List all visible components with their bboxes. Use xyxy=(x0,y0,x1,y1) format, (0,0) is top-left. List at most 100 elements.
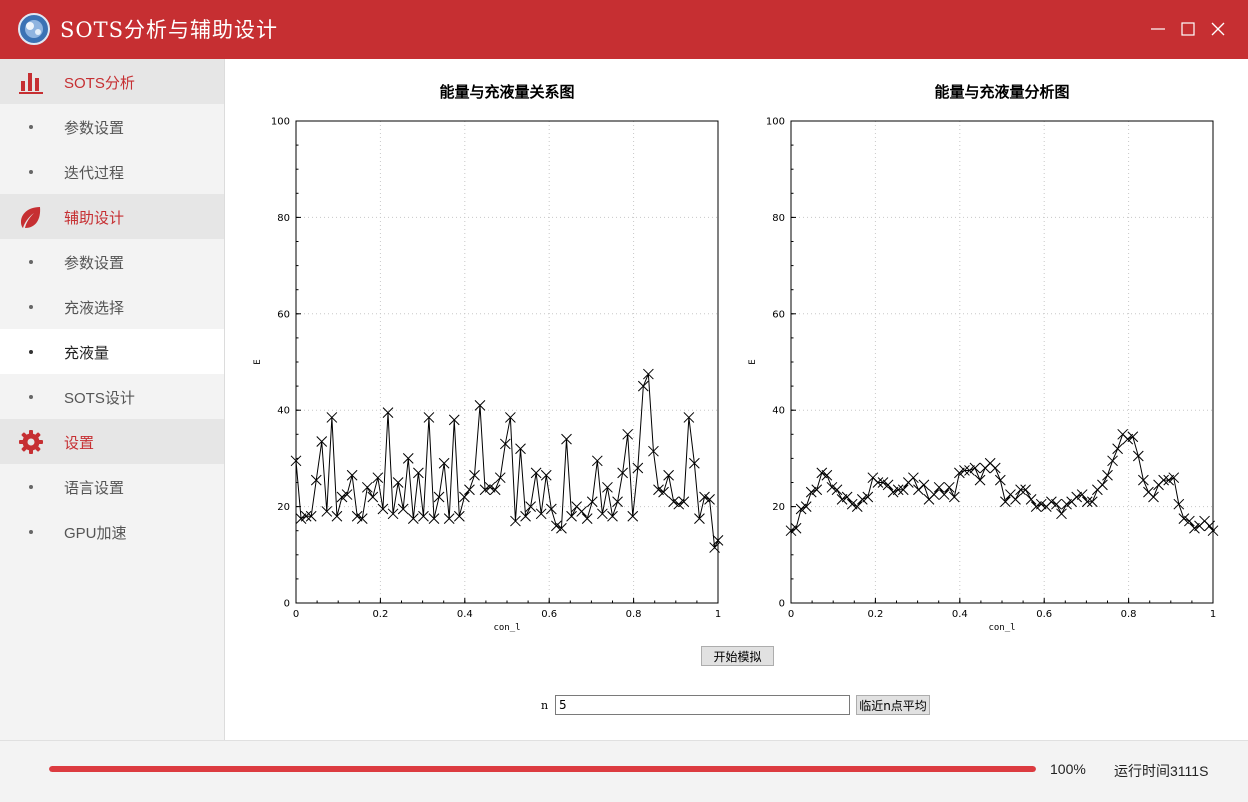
data-point-marker xyxy=(356,513,368,525)
bullet-icon xyxy=(29,170,33,174)
sidebar-item-fill-amount[interactable]: 充液量 xyxy=(0,329,224,374)
sidebar-item-label: 充液量 xyxy=(64,345,110,362)
data-point-marker xyxy=(831,484,843,496)
bullet-icon xyxy=(29,125,33,129)
sidebar-item-label: 参数设置 xyxy=(64,255,125,272)
x-tick-label: 1 xyxy=(1210,609,1216,620)
data-point-marker xyxy=(607,510,618,522)
minimize-icon[interactable] xyxy=(1145,16,1171,42)
progress-percent: 100% xyxy=(1050,761,1086,777)
sidebar-group-label: SOTS分析 xyxy=(64,75,135,92)
y-tick-label: 0 xyxy=(284,599,290,610)
y-tick-label: 80 xyxy=(772,213,785,224)
neighbor-average-button[interactable]: 临近n点平均 xyxy=(856,695,930,715)
x-tick-label: 0 xyxy=(788,609,794,620)
x-tick-label: 0.2 xyxy=(867,609,883,620)
data-point-marker xyxy=(882,479,894,491)
data-point-marker xyxy=(989,462,1001,474)
sidebar-item-gpu-acceleration[interactable]: GPU加速 xyxy=(0,509,224,554)
sidebar-item-parameter-settings[interactable]: 参数设置 xyxy=(0,104,224,149)
sidebar-item-design-parameter-settings[interactable]: 参数设置 xyxy=(0,239,224,284)
data-point-marker xyxy=(1102,469,1113,481)
y-tick-label: 60 xyxy=(277,309,290,320)
data-point-marker xyxy=(489,484,501,496)
y-tick-label: 40 xyxy=(277,406,290,417)
data-point-marker xyxy=(933,481,945,493)
sidebar-item-sots-design[interactable]: SOTS设计 xyxy=(0,374,224,419)
x-tick-label: 1 xyxy=(715,609,721,620)
x-tick-label: 0.4 xyxy=(457,609,473,620)
gear-icon xyxy=(19,430,43,454)
leaf-icon xyxy=(21,207,41,228)
data-point-marker xyxy=(918,479,930,491)
data-point-marker xyxy=(1107,455,1118,467)
data-point-marker xyxy=(1127,431,1139,443)
y-axis-label: E xyxy=(253,359,263,364)
data-point-marker xyxy=(908,472,919,484)
close-icon[interactable] xyxy=(1205,16,1231,42)
energy-fill-relation-chart: 能量与充液量关系图 0 0.2 0.4 0.6 0.8 1 0 20 40 60 80 100 con_l… xyxy=(253,83,724,633)
x-tick-label: 0 xyxy=(293,609,299,620)
runtime-text: 运行时间3111S xyxy=(1114,763,1209,779)
chart-title: 能量与充液量关系图 xyxy=(439,83,574,101)
data-point-marker xyxy=(658,486,669,498)
sidebar-item-iteration-process[interactable]: 迭代过程 xyxy=(0,149,224,194)
bullet-icon xyxy=(29,305,33,309)
sidebar-item-language-settings[interactable]: 语言设置 xyxy=(0,464,224,509)
data-point-marker xyxy=(800,501,812,512)
x-tick-label: 0.2 xyxy=(372,609,388,620)
data-point-marker xyxy=(494,472,506,484)
data-point-marker xyxy=(361,481,373,493)
start-simulation-button[interactable]: 开始模拟 xyxy=(701,646,774,666)
y-tick-label: 20 xyxy=(772,502,785,513)
data-point-marker xyxy=(581,513,593,525)
data-point-marker xyxy=(1138,474,1149,486)
data-point-marker xyxy=(525,501,536,512)
data-point-marker xyxy=(612,496,623,508)
sidebar-group-settings[interactable]: 设置 xyxy=(0,419,224,464)
y-tick-label: 100 xyxy=(271,117,290,128)
n-label: n xyxy=(541,699,549,712)
x-tick-label: 0.6 xyxy=(541,609,557,620)
sidebar-group-assisted-design[interactable]: 辅助设计 xyxy=(0,194,224,239)
data-point-marker xyxy=(341,489,353,500)
data-point-marker xyxy=(1168,472,1180,484)
data-point-marker xyxy=(1051,498,1062,510)
bullet-icon xyxy=(29,485,33,489)
data-point-marker xyxy=(464,484,475,496)
data-point-marker xyxy=(943,481,955,493)
app-logo-icon xyxy=(18,13,50,45)
data-point-marker xyxy=(545,503,557,515)
data-point-marker xyxy=(994,474,1006,486)
plot-frame xyxy=(295,120,719,604)
sidebar-item-fill-selection[interactable]: 充液选择 xyxy=(0,284,224,329)
y-axis-label: E xyxy=(748,359,758,364)
bullet-icon xyxy=(29,395,33,399)
data-point-marker xyxy=(1132,450,1144,462)
energy-fill-analysis-chart: 能量与充液量分析图 0 0.2 0.4 0.6 0.8 1 0 20 40 60 80 100 con_l… xyxy=(748,83,1219,633)
sidebar-group-sots-analysis[interactable]: SOTS分析 xyxy=(0,59,224,104)
data-point-marker xyxy=(1025,494,1037,505)
sidebar: SOTS分析 参数设置 迭代过程 辅助设计 参数设置 充液选择 充液量 SOTS… xyxy=(0,59,225,740)
data-point-marker xyxy=(928,489,940,500)
data-point-marker xyxy=(1112,443,1123,455)
y-tick-label: 40 xyxy=(772,406,785,417)
sidebar-item-label: 参数设置 xyxy=(64,120,125,137)
data-point-marker xyxy=(602,481,613,493)
maximize-icon[interactable] xyxy=(1175,16,1201,42)
y-tick-label: 60 xyxy=(772,309,785,320)
n-input[interactable] xyxy=(555,695,850,715)
data-point-marker xyxy=(1148,491,1159,503)
data-point-marker xyxy=(663,469,674,481)
data-point-marker xyxy=(841,491,853,503)
data-point-marker xyxy=(1056,508,1067,520)
data-point-marker xyxy=(1000,496,1011,508)
progress-bar xyxy=(49,766,1036,772)
y-tick-label: 20 xyxy=(277,502,290,513)
sidebar-group-label: 设置 xyxy=(64,435,95,452)
data-point-marker xyxy=(372,472,384,484)
x-tick-label: 0.6 xyxy=(1036,609,1052,620)
x-axis-label: con_l xyxy=(988,623,1015,633)
data-point-marker xyxy=(367,491,379,503)
bullet-icon xyxy=(29,350,33,354)
